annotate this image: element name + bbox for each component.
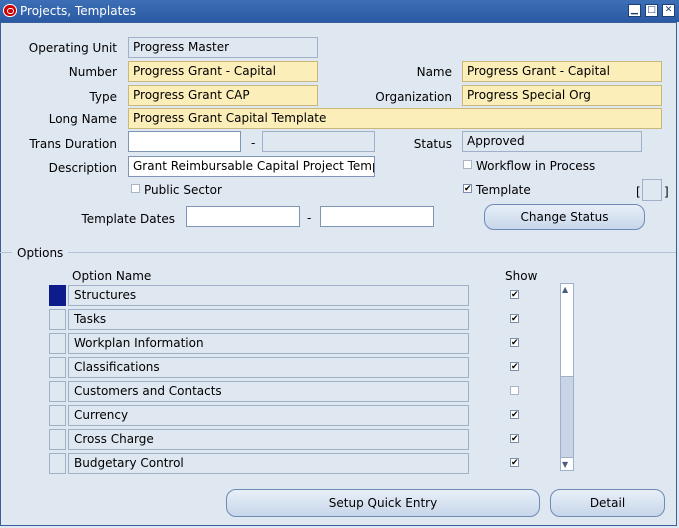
organization-label: Organization	[375, 90, 452, 104]
options-divider	[68, 252, 676, 253]
option-name-cell[interactable]: Classifications	[68, 357, 469, 378]
show-checkbox[interactable]: ✔	[510, 290, 519, 300]
options-divider-left	[0, 252, 12, 253]
option-name-cell[interactable]: Workplan Information	[68, 333, 469, 354]
template-dates-separator: -	[307, 211, 312, 225]
minimize-icon[interactable]: ▁	[628, 4, 641, 17]
template-date-from-field[interactable]	[186, 206, 300, 227]
options-section-label: Options	[17, 246, 64, 260]
operating-unit-label: Operating Unit	[28, 41, 117, 55]
option-name-cell[interactable]: Currency	[68, 405, 469, 426]
template-label: Template	[476, 183, 531, 197]
description-label: Description	[48, 161, 117, 175]
trans-duration-separator: -	[251, 136, 256, 150]
option-name-cell[interactable]: Budgetary Control	[68, 453, 469, 474]
scroll-down-icon[interactable]: ▼	[562, 460, 568, 469]
setup-quick-entry-button[interactable]: Setup Quick Entry	[226, 489, 540, 517]
row-selector[interactable]	[49, 405, 66, 426]
show-checkbox[interactable]: ✔	[510, 362, 519, 372]
show-checkbox[interactable]: ✔	[510, 434, 519, 444]
row-selector[interactable]	[49, 285, 66, 306]
title-bar: Projects, Templates ▁ □ ✕	[0, 0, 679, 22]
option-name-cell[interactable]: Customers and Contacts	[68, 381, 469, 402]
row-selector[interactable]	[49, 309, 66, 330]
change-status-button[interactable]: Change Status	[484, 204, 645, 230]
template-checkbox[interactable]: ✔	[463, 184, 472, 194]
show-checkbox[interactable]: ✔	[510, 314, 519, 324]
status-field[interactable]: Approved	[462, 131, 642, 152]
oracle-app-icon	[3, 4, 17, 17]
row-selector[interactable]	[49, 453, 66, 474]
descriptive-flex-bracket-open: [	[636, 185, 641, 199]
trans-duration-label: Trans Duration	[29, 137, 117, 151]
close-icon[interactable]: ✕	[662, 4, 675, 17]
show-checkbox[interactable]	[510, 386, 519, 395]
maximize-icon[interactable]: □	[645, 4, 658, 17]
show-checkbox[interactable]: ✔	[510, 458, 519, 468]
type-label: Type	[89, 90, 117, 104]
option-name-cell[interactable]: Cross Charge	[68, 429, 469, 450]
option-name-column-header: Option Name	[72, 269, 152, 283]
trans-duration-from-field[interactable]	[128, 131, 241, 152]
window-title: Projects, Templates	[20, 4, 136, 18]
public-sector-label: Public Sector	[144, 183, 222, 197]
descriptive-flexfield[interactable]	[642, 179, 662, 201]
show-checkbox[interactable]: ✔	[510, 410, 519, 420]
workflow-label: Workflow in Process	[476, 159, 596, 173]
row-selector[interactable]	[49, 381, 66, 402]
row-selector[interactable]	[49, 429, 66, 450]
description-field[interactable]: Grant Reimbursable Capital Project Templ	[128, 156, 375, 177]
row-selector[interactable]	[49, 333, 66, 354]
template-date-to-field[interactable]	[320, 206, 434, 227]
number-field[interactable]: Progress Grant - Capital	[128, 61, 318, 82]
public-sector-checkbox[interactable]	[131, 184, 140, 193]
option-name-cell[interactable]: Structures	[68, 285, 469, 306]
organization-field[interactable]: Progress Special Org	[462, 85, 662, 106]
scrollbar-thumb[interactable]	[560, 376, 574, 458]
trans-duration-to-field[interactable]	[262, 131, 375, 152]
detail-button[interactable]: Detail	[550, 489, 665, 517]
long-name-label: Long Name	[48, 112, 117, 126]
workflow-checkbox[interactable]	[463, 160, 472, 169]
number-label: Number	[68, 65, 117, 79]
row-selector[interactable]	[49, 357, 66, 378]
long-name-field[interactable]: Progress Grant Capital Template	[128, 108, 662, 129]
option-name-cell[interactable]: Tasks	[68, 309, 469, 330]
name-field[interactable]: Progress Grant - Capital	[462, 61, 662, 82]
status-label: Status	[413, 137, 452, 151]
descriptive-flex-bracket-close: ]	[664, 185, 669, 199]
type-field[interactable]: Progress Grant CAP	[128, 85, 318, 106]
scroll-up-icon[interactable]: ▲	[562, 285, 568, 294]
operating-unit-field[interactable]: Progress Master	[128, 37, 318, 58]
name-label: Name	[416, 65, 452, 79]
show-column-header: Show	[505, 269, 538, 283]
show-checkbox[interactable]: ✔	[510, 338, 519, 348]
template-dates-label: Template Dates	[81, 212, 175, 226]
